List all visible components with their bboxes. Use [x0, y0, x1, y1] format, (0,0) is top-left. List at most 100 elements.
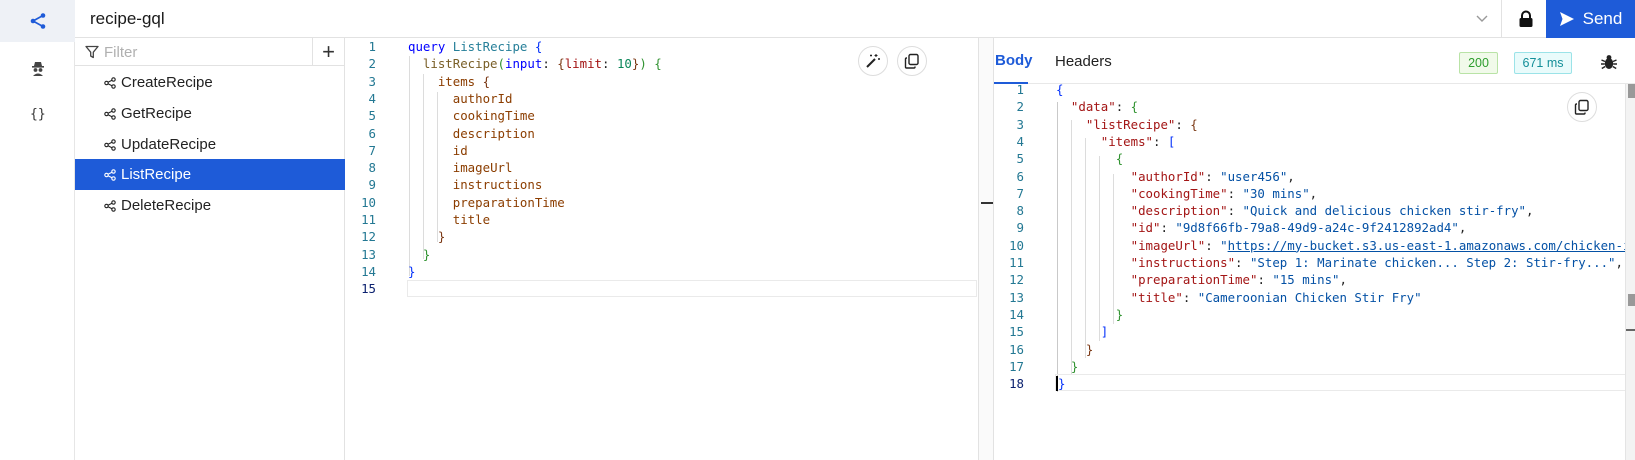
json-line: { — [1056, 82, 1064, 97]
json-line: "listRecipe": { — [1085, 116, 1198, 132]
line-number: 14 — [361, 263, 376, 279]
copy-response-button[interactable] — [1567, 92, 1597, 122]
code-line: items { — [437, 73, 491, 89]
line-number: 13 — [361, 246, 376, 262]
code-line: } — [408, 263, 416, 279]
json-line: "items": [ — [1100, 133, 1176, 149]
graph-icon — [104, 139, 116, 151]
magic-wand-icon — [866, 54, 880, 68]
line-number: 7 — [368, 142, 376, 158]
response-scrollbar[interactable] — [1625, 84, 1635, 460]
chevron-down-icon — [1476, 15, 1488, 22]
bug-icon — [1601, 55, 1617, 70]
code-line: imageUrl — [452, 160, 513, 176]
copy-icon — [904, 53, 919, 69]
line-number: 5 — [1016, 151, 1024, 167]
line-number: 10 — [361, 194, 376, 210]
line-number: 15 — [361, 281, 376, 297]
splitter-handle[interactable] — [981, 202, 993, 204]
operation-item-deleterecipe[interactable]: DeleteRecipe — [75, 190, 345, 221]
line-number: 1 — [1016, 82, 1024, 97]
line-number: 11 — [1009, 255, 1024, 270]
top-bar: recipe-gql Send — [75, 0, 1635, 38]
plus-icon: + — [322, 39, 335, 64]
scroll-marker — [1628, 294, 1635, 306]
operation-item-getrecipe[interactable]: GetRecipe — [75, 98, 345, 129]
line-number: 16 — [1009, 341, 1024, 357]
operation-item-createrecipe[interactable]: CreateRecipe — [75, 67, 345, 98]
send-label: Send — [1582, 9, 1623, 28]
code-line: authorId — [452, 90, 513, 106]
auth-lock-button[interactable] — [1506, 0, 1546, 38]
json-line: { — [1115, 151, 1124, 167]
pane-splitter[interactable] — [978, 38, 994, 460]
json-line: "title": "Cameroonian Chicken Stir Fry" — [1130, 289, 1422, 305]
json-line: } — [1070, 358, 1079, 374]
json-line: "cookingTime": "30 mins", — [1130, 185, 1318, 201]
code-line: listRecipe(input: {limit: 10}) { — [422, 56, 662, 72]
rail-spy-button[interactable] — [0, 47, 75, 89]
line-number: 15 — [1009, 324, 1024, 340]
graph-icon — [104, 200, 116, 212]
code-line: } — [437, 229, 446, 245]
code-line: instructions — [452, 177, 543, 193]
send-button[interactable]: Send — [1546, 0, 1635, 38]
rail-graph-button[interactable] — [0, 0, 75, 42]
line-number: 5 — [368, 108, 376, 124]
response-panel: Body Headers 200 671 ms 1 2 3 4 5 6 7 8 9 10 11 12 1… — [994, 38, 1635, 460]
svg-text:{}: {} — [30, 107, 46, 122]
line-number: 3 — [368, 73, 376, 89]
prettify-button[interactable] — [858, 46, 888, 76]
add-operation-button[interactable]: + — [312, 38, 344, 66]
status-code: 200 — [1468, 56, 1489, 70]
query-editor[interactable]: 1 2 3 4 5 6 7 8 9 10 11 12 13 14 15 query ListRecipe {… — [346, 38, 978, 460]
line-number: 9 — [1016, 220, 1024, 236]
line-number: 6 — [368, 125, 376, 141]
code-line: cookingTime — [452, 108, 535, 124]
code-line: preparationTime — [452, 194, 565, 210]
line-number: 11 — [361, 212, 376, 227]
json-line: "instructions": "Step 1: Marinate chicke… — [1130, 255, 1623, 270]
operation-item-updaterecipe[interactable]: UpdateRecipe — [75, 129, 345, 160]
timing-badge: 671 ms — [1514, 52, 1572, 74]
app-window: {} recipe-gql Send + CreateRecipe GetRec — [0, 0, 1635, 460]
code-line: id — [452, 142, 468, 158]
copy-icon — [1574, 99, 1589, 115]
json-line: ] — [1100, 324, 1109, 340]
response-time: 671 ms — [1522, 56, 1564, 70]
line-number: 10 — [1009, 237, 1024, 253]
line-number: 12 — [361, 229, 376, 245]
tab-body[interactable]: Body — [994, 38, 1033, 84]
line-number: 4 — [1016, 133, 1024, 149]
endpoint-selector[interactable]: recipe-gql — [75, 0, 1502, 38]
scroll-thumb[interactable] — [1626, 329, 1635, 331]
graph-icon — [30, 13, 45, 29]
line-number: 14 — [1009, 306, 1024, 322]
line-number: 8 — [1016, 203, 1024, 219]
line-number: 3 — [1016, 116, 1024, 132]
operation-item-listrecipe[interactable]: ListRecipe — [75, 159, 345, 190]
operation-label: UpdateRecipe — [121, 136, 217, 153]
graph-icon — [104, 108, 116, 120]
scroll-marker — [1628, 84, 1635, 98]
operation-label: CreateRecipe — [121, 74, 213, 91]
rail-schema-button[interactable]: {} — [0, 92, 75, 134]
line-number: 12 — [1009, 272, 1024, 288]
filter-input[interactable] — [104, 42, 314, 62]
line-number: 4 — [368, 90, 376, 106]
code-line: description — [452, 125, 535, 141]
json-line: } — [1056, 376, 1066, 392]
status-badge: 200 — [1459, 52, 1498, 74]
json-line: } — [1115, 306, 1124, 322]
line-number: 18 — [1009, 376, 1024, 392]
line-number: 2 — [1016, 99, 1024, 115]
tab-headers[interactable]: Headers — [1055, 38, 1112, 84]
line-number: 1 — [368, 39, 376, 54]
line-number: 13 — [1009, 289, 1024, 305]
response-tabs: Body Headers 200 671 ms — [994, 38, 1635, 84]
debug-button[interactable] — [1598, 51, 1620, 73]
line-number: 17 — [1009, 358, 1024, 374]
operation-label: DeleteRecipe — [121, 197, 212, 214]
copy-query-button[interactable] — [897, 46, 927, 76]
json-line: "data": { — [1070, 99, 1139, 115]
